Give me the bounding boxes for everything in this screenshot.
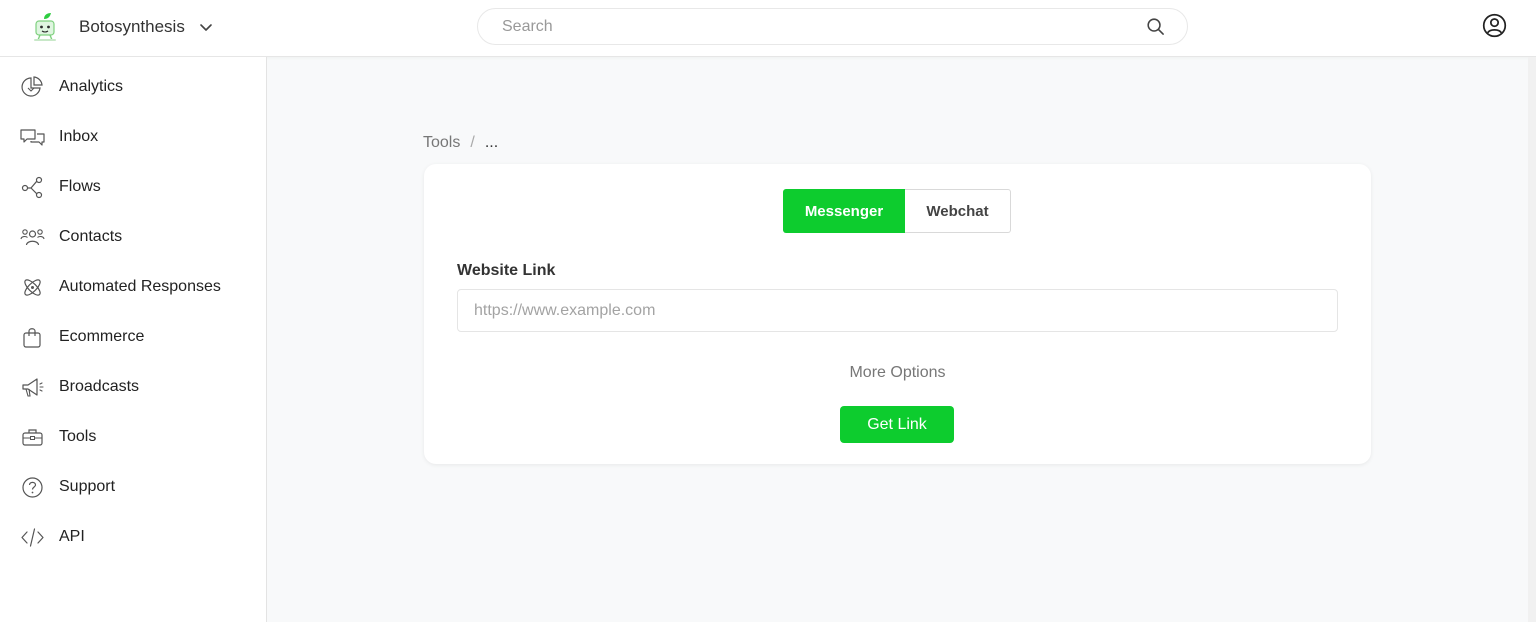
breadcrumb: Tools / ... (423, 134, 498, 152)
breadcrumb-root[interactable]: Tools (423, 134, 460, 152)
toolbox-icon (22, 428, 43, 446)
breadcrumb-separator: / (470, 134, 475, 151)
sidebar-item-contacts[interactable]: Contacts (0, 217, 266, 257)
analytics-icon (21, 75, 43, 97)
user-account-icon[interactable] (1482, 13, 1507, 38)
website-link-label: Website Link (457, 262, 556, 279)
get-link-button[interactable]: Get Link (840, 406, 954, 443)
sidebar-item-tools[interactable]: Tools (0, 417, 266, 457)
search-input[interactable] (502, 9, 1142, 44)
link-generator-card: Messenger Webchat Website Link More Opti… (424, 164, 1371, 464)
chevron-down-icon (200, 24, 212, 31)
top-bar: Botosynthesis (0, 0, 1536, 57)
sidebar-item-ecommerce[interactable]: Ecommerce (0, 317, 266, 357)
flows-icon (21, 176, 43, 198)
brand-logo-icon (34, 13, 56, 41)
sidebar-item-label: Contacts (59, 228, 123, 245)
inbox-icon (20, 128, 45, 146)
website-link-input[interactable] (457, 289, 1338, 332)
channel-tabs: Messenger Webchat (783, 189, 1011, 233)
sidebar-item-label: Ecommerce (59, 328, 145, 345)
sidebar-item-label: Automated Responses (59, 278, 221, 295)
sidebar-item-inbox[interactable]: Inbox (0, 117, 266, 157)
sidebar-item-label: Flows (59, 178, 101, 195)
sidebar-item-label: Tools (59, 428, 97, 445)
scrollbar[interactable] (1528, 57, 1536, 622)
sidebar-item-api[interactable]: API (0, 517, 266, 557)
atom-icon (24, 278, 41, 296)
sidebar-item-label: Analytics (59, 78, 124, 95)
help-circle-icon (22, 476, 43, 498)
sidebar-item-label: API (59, 528, 85, 545)
search-bar (477, 8, 1188, 45)
sidebar-item-label: Inbox (59, 128, 99, 145)
sidebar-item-support[interactable]: Support (0, 467, 266, 507)
sidebar-item-broadcasts[interactable]: Broadcasts (0, 367, 266, 407)
more-options-link[interactable]: More Options (424, 364, 1371, 382)
megaphone-icon (22, 377, 44, 397)
tab-webchat[interactable]: Webchat (905, 189, 1011, 233)
sidebar-item-label: Support (59, 478, 116, 495)
workspace-switcher[interactable]: Botosynthesis (32, 10, 213, 44)
sidebar-item-flows[interactable]: Flows (0, 167, 266, 207)
tab-messenger[interactable]: Messenger (783, 189, 905, 233)
workspace-name: Botosynthesis (79, 17, 185, 36)
sidebar-item-label: Broadcasts (59, 378, 140, 395)
contacts-icon (20, 228, 45, 245)
code-icon (21, 527, 44, 547)
breadcrumb-current: ... (484, 134, 499, 151)
shopping-bag-icon (23, 327, 41, 348)
search-icon[interactable] (1146, 17, 1165, 36)
sidebar-item-automated-responses[interactable]: Automated Responses (0, 267, 266, 307)
sidebar: Analytics Inbox Flows Contacts Automated… (0, 57, 267, 622)
sidebar-item-analytics[interactable]: Analytics (0, 67, 266, 107)
